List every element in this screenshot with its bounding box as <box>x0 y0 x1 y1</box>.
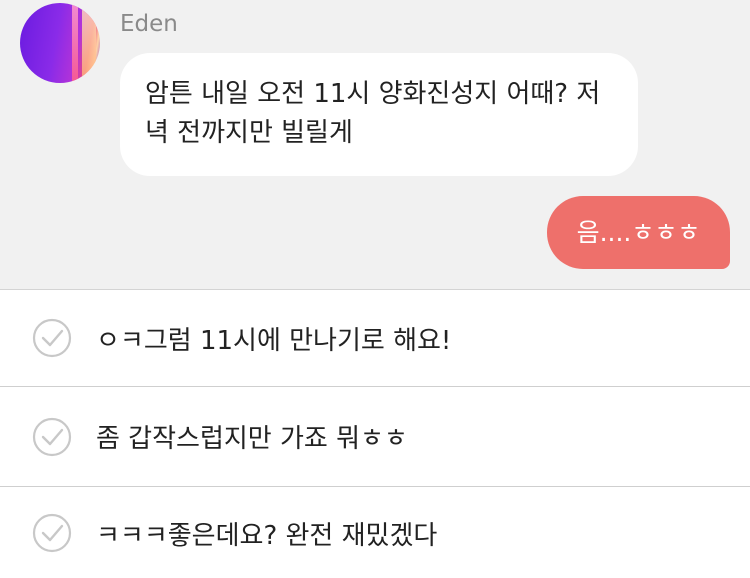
outgoing-message-bubble: 음....ㅎㅎㅎ <box>547 196 730 269</box>
check-circle-icon <box>32 417 72 456</box>
reply-option-label: ㅇㅋ그럼 11시에 만나기로 해요! <box>96 325 452 356</box>
incoming-message-bubble: 암튼 내일 오전 11시 양화진성지 어때? 저 녁 전까지만 빌릴게 <box>120 53 638 176</box>
avatar[interactable] <box>20 3 100 83</box>
reply-options-list: ㅇㅋ그럼 11시에 만나기로 해요! 좀 갑작스럽지만 가죠 뭐ㅎㅎ ㅋㅋㅋ좋은… <box>0 289 750 578</box>
check-circle-icon <box>32 513 72 553</box>
chat-area: Eden 암튼 내일 오전 11시 양화진성지 어때? 저 녁 전까지만 빌릴게… <box>0 0 750 289</box>
check-circle-icon <box>32 318 72 358</box>
incoming-message-line: 녁 전까지만 빌릴게 <box>145 118 353 148</box>
reply-option[interactable]: ㅋㅋㅋ좋은데요? 완전 재밌겠다 <box>0 487 750 578</box>
reply-option[interactable]: 좀 갑작스럽지만 가죠 뭐ㅎㅎ <box>0 387 750 487</box>
incoming-message-line: 암튼 내일 오전 11시 양화진성지 어때? 저 <box>145 79 601 109</box>
reply-option-label: ㅋㅋㅋ좋은데요? 완전 재밌겠다 <box>96 520 438 551</box>
reply-option-label: 좀 갑작스럽지만 가죠 뭐ㅎㅎ <box>96 424 408 454</box>
reply-option[interactable]: ㅇㅋ그럼 11시에 만나기로 해요! <box>0 290 750 387</box>
sender-name: Eden <box>120 11 178 37</box>
